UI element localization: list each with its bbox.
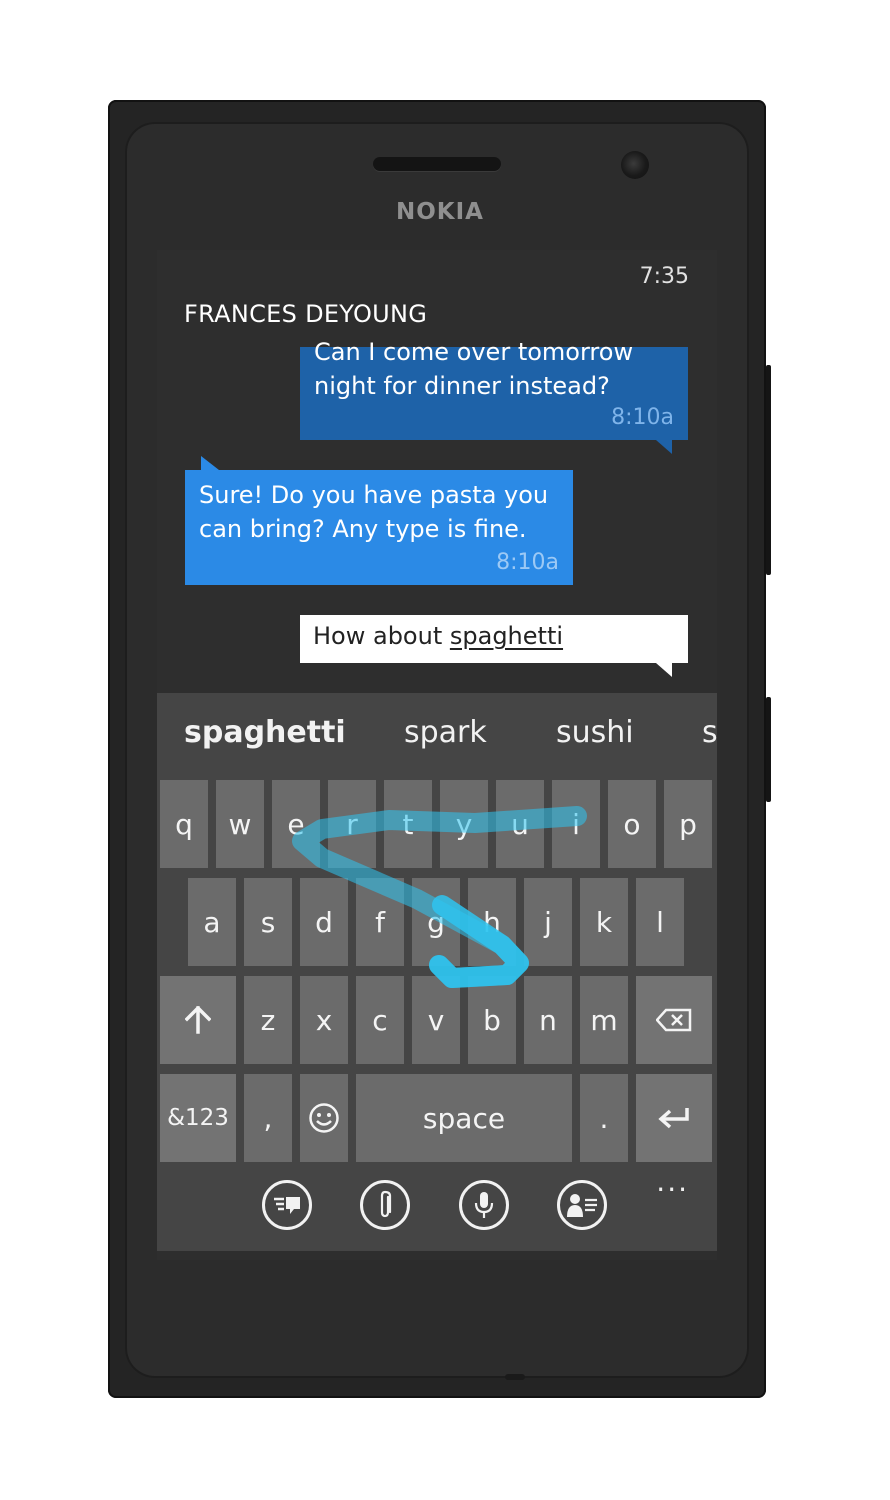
contact-name: FRANCES DEYOUNG (184, 300, 428, 328)
key-o[interactable]: o (608, 780, 656, 868)
message-time: 8:10a (611, 405, 674, 430)
message-time: 8:10a (496, 550, 559, 575)
microphone-hole (505, 1374, 525, 1380)
volume-button (766, 365, 771, 575)
key-k[interactable]: k (580, 878, 628, 966)
keyboard: spaghetti spark sushi s q w e r t y u i … (157, 693, 717, 1251)
switch-sim-icon (274, 1197, 300, 1214)
bubble-tail (656, 440, 672, 454)
key-g[interactable]: g (412, 878, 460, 966)
compose-prefix: How about (313, 622, 450, 650)
suggestion-spark[interactable]: spark (404, 715, 487, 750)
message-text: Can I come over tomorrow night for dinne… (314, 338, 634, 400)
phone-screen: 7:35 FRANCES DEYOUNG Can I come over tom… (157, 250, 717, 1260)
key-emoji[interactable] (300, 1074, 348, 1162)
attach-button[interactable] (360, 1180, 410, 1230)
attach-icon (380, 1190, 392, 1218)
key-comma[interactable]: , (244, 1074, 292, 1162)
status-time: 7:35 (639, 264, 689, 289)
key-w[interactable]: w (216, 780, 264, 868)
key-e[interactable]: e (272, 780, 320, 868)
key-d[interactable]: d (300, 878, 348, 966)
suggestion-s[interactable]: s (702, 715, 717, 750)
bubble-tail (201, 456, 219, 470)
key-b[interactable]: b (468, 976, 516, 1064)
key-space[interactable]: space (356, 1074, 572, 1162)
backspace-icon (656, 1008, 692, 1032)
key-shift[interactable] (160, 976, 236, 1064)
key-enter[interactable] (636, 1074, 712, 1162)
brand-logo: NOKIA (396, 199, 484, 225)
enter-arrow-icon (658, 1108, 689, 1129)
key-t[interactable]: t (384, 780, 432, 868)
key-n[interactable]: n (524, 976, 572, 1064)
suggestion-spaghetti[interactable]: spaghetti (184, 715, 346, 750)
key-j[interactable]: j (524, 878, 572, 966)
key-h[interactable]: h (468, 878, 516, 966)
contact-info-button[interactable] (557, 1180, 607, 1230)
key-i[interactable]: i (552, 780, 600, 868)
message-bubble-incoming[interactable]: Sure! Do you have pasta you can bring? A… (185, 456, 573, 585)
smiley-icon (309, 1103, 339, 1133)
power-button (766, 697, 771, 802)
key-z[interactable]: z (244, 976, 292, 1064)
key-u[interactable]: u (496, 780, 544, 868)
earpiece-speaker (373, 157, 501, 171)
contact-info-icon (567, 1194, 597, 1217)
message-text: Sure! Do you have pasta you can bring? A… (199, 481, 549, 543)
key-period[interactable]: . (580, 1074, 628, 1162)
compose-text: How about spaghetti (313, 622, 563, 650)
bubble-tail (656, 663, 672, 677)
shift-arrow-icon (185, 1006, 211, 1034)
key-r[interactable]: r (328, 780, 376, 868)
key-s[interactable]: s (244, 878, 292, 966)
message-bubble-outgoing[interactable]: Can I come over tomorrow night for dinne… (300, 338, 688, 454)
compose-current-word: spaghetti (449, 622, 564, 650)
compose-message-input[interactable]: How about spaghetti (300, 615, 688, 677)
key-symbols[interactable]: &123 (160, 1074, 236, 1162)
key-p[interactable]: p (664, 780, 712, 868)
key-f[interactable]: f (356, 878, 404, 966)
more-options-icon[interactable]: ... (656, 1165, 689, 1198)
key-x[interactable]: x (300, 976, 348, 1064)
suggestion-sushi[interactable]: sushi (556, 715, 634, 750)
key-l[interactable]: l (636, 878, 684, 966)
key-v[interactable]: v (412, 976, 460, 1064)
voice-button[interactable] (459, 1180, 509, 1230)
front-camera-icon (621, 151, 649, 179)
key-a[interactable]: a (188, 878, 236, 966)
swipe-trace (292, 806, 587, 988)
key-c[interactable]: c (356, 976, 404, 1064)
voice-icon (474, 1192, 494, 1218)
key-m[interactable]: m (580, 976, 628, 1064)
key-q[interactable]: q (160, 780, 208, 868)
switch-sim-button[interactable] (262, 1180, 312, 1230)
key-y[interactable]: y (440, 780, 488, 868)
key-backspace[interactable] (636, 976, 712, 1064)
